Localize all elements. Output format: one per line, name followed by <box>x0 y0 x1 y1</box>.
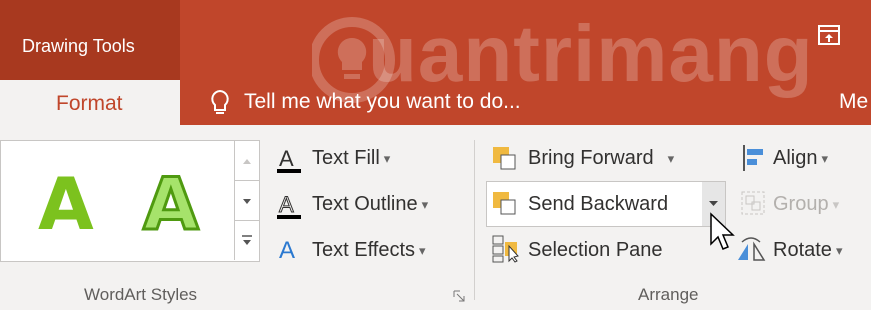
chevron-down-icon: ▾ <box>421 196 429 212</box>
dialog-launcher-icon[interactable] <box>453 290 465 302</box>
chevron-down-icon <box>243 199 251 204</box>
chevron-down-icon: ▾ <box>667 150 675 166</box>
group-button[interactable]: Group ▾ <box>773 193 839 216</box>
mouse-cursor-icon <box>710 212 735 250</box>
ribbon-display-options-icon[interactable] <box>817 24 841 46</box>
chevron-down-icon: ▾ <box>832 196 840 212</box>
rotate-icon <box>738 237 766 261</box>
watermark-text: uantrimang <box>368 9 814 98</box>
chevron-down-icon: ▾ <box>419 242 426 258</box>
lightbulb-icon <box>211 89 229 114</box>
svg-text:A: A <box>279 192 294 217</box>
chevron-down-icon: ▾ <box>383 150 391 166</box>
tab-truncated[interactable]: Me <box>839 90 868 114</box>
text-effects-icon: A <box>279 237 295 264</box>
text-outline-button[interactable]: Text Outline ▾ <box>312 193 428 216</box>
gallery-scrollbar <box>234 140 259 260</box>
send-backward-icon <box>493 192 516 215</box>
chevron-down-icon: ▾ <box>835 242 843 258</box>
svg-text:A: A <box>279 146 294 171</box>
send-backward-label: Send Backward <box>528 193 669 215</box>
group-separator <box>474 140 475 300</box>
bring-forward-icon <box>493 147 516 170</box>
group-icon <box>741 191 765 215</box>
context-tab-label: Drawing Tools <box>22 36 135 56</box>
bring-forward-button[interactable]: Bring Forward ▾ <box>528 147 674 170</box>
tab-format-label: Format <box>56 92 123 115</box>
text-fill-icon: A <box>277 146 301 173</box>
wordart-style-2[interactable]: A <box>142 161 201 248</box>
align-button[interactable]: Align ▾ <box>773 147 828 170</box>
group-label-arrange: Arrange <box>638 285 699 304</box>
chevron-down-icon: ▾ <box>821 150 829 166</box>
group-label-wordart: WordArt Styles <box>84 285 198 304</box>
text-outline-icon: A <box>277 192 301 219</box>
gallery-scroll-down[interactable] <box>235 180 259 221</box>
svg-text:A: A <box>279 237 295 264</box>
tell-me-search[interactable]: Tell me what you want to do... <box>244 90 521 114</box>
chevron-up-icon <box>243 159 251 164</box>
gallery-expand-icon <box>242 235 252 245</box>
selection-pane-icon <box>492 235 519 263</box>
gallery-scroll-up[interactable] <box>235 140 259 180</box>
align-icon <box>743 145 763 171</box>
rotate-button[interactable]: Rotate ▾ <box>773 239 842 262</box>
text-effects-button[interactable]: Text Effects ▾ <box>312 239 426 262</box>
gallery-more[interactable] <box>235 220 259 261</box>
wordart-style-1[interactable]: A <box>38 162 94 246</box>
text-fill-button[interactable]: Text Fill ▾ <box>312 147 390 170</box>
selection-pane-button[interactable]: Selection Pane <box>528 239 663 262</box>
